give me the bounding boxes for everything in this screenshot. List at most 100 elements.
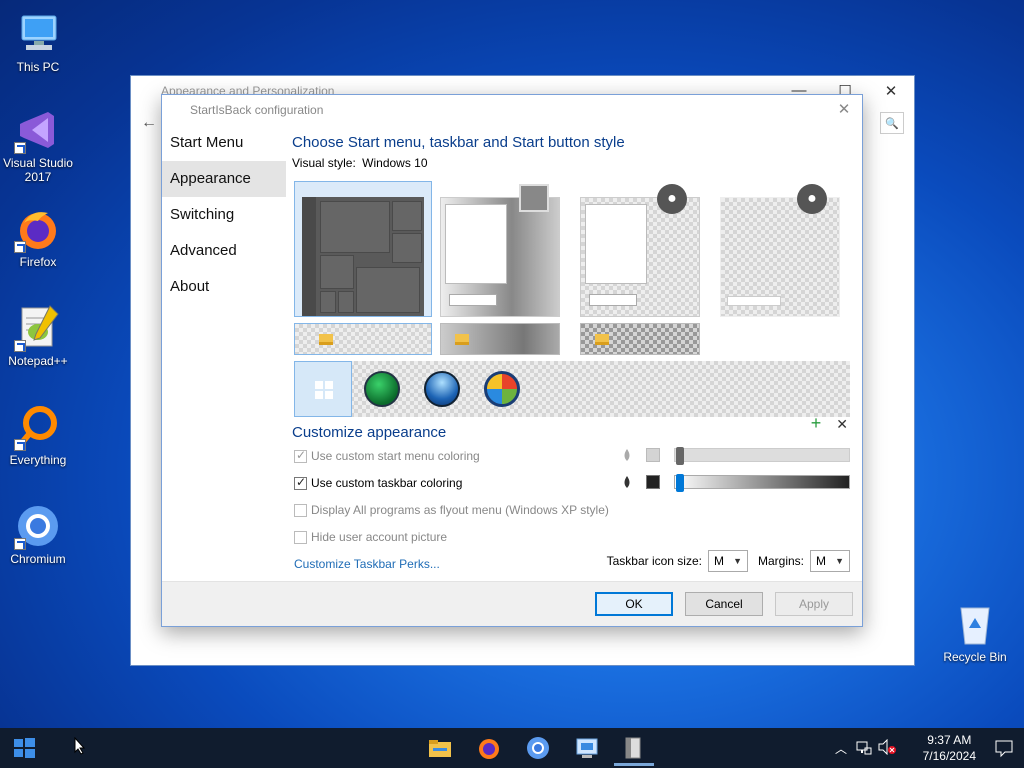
style-thumb-windows10[interactable] [294,181,432,317]
select-value: M [713,554,724,568]
desktop-icon-notepad-plus[interactable]: Notepad++ [0,304,76,368]
select-value: M [816,554,826,568]
checkbox[interactable] [294,503,307,517]
taskbar-style-1[interactable] [294,323,432,355]
clock-date: 7/16/2024 [922,749,976,763]
search-icon[interactable]: 🔍 [880,112,904,134]
desktop-icon-label: Firefox [19,255,57,269]
startisback-icon[interactable] [614,736,654,766]
nav-item-start-menu[interactable]: Start Menu [162,125,286,161]
desktop-icon-recycle-bin[interactable]: Recycle Bin [937,600,1013,664]
back-arrow-icon[interactable]: ← [141,114,157,132]
start-menu-color-slider[interactable] [674,447,850,465]
desktop-icon-firefox[interactable]: Firefox [0,205,76,269]
folder-icon [455,334,469,345]
chevron-down-icon: ▼ [835,556,844,566]
notepad-plus-plus-icon [14,304,62,352]
desktop-icon-label: This PC [16,60,60,74]
visual-studio-icon [14,106,62,154]
file-explorer-icon[interactable] [428,736,452,760]
taskbar-style-row [292,323,852,357]
slider-thumb[interactable] [676,474,684,492]
dialog-close-button[interactable]: ✕ [834,100,854,118]
network-icon[interactable] [856,739,872,758]
taskbar-color-slider[interactable] [674,474,850,492]
style-thumb-minimal[interactable]: ● [720,184,840,317]
mouse-cursor-icon [74,736,86,758]
start-button-styles [294,361,850,417]
start-menu-color-swatch[interactable] [646,448,660,462]
start-menu-color-row [622,447,850,465]
taskbar-color-row [622,474,850,492]
settings-nav: Start Menu Appearance Switching Advanced… [162,125,286,305]
option-label: Hide user account picture [311,530,448,544]
slider-thumb[interactable] [676,447,684,465]
visual-style-label: Visual style: [292,156,356,170]
option-flyout-all-programs[interactable]: Display All programs as flyout menu (Win… [294,503,609,517]
desktop-icon-visual-studio[interactable]: Visual Studio 2017 [0,106,76,184]
opacity-drop-icon [624,449,630,461]
style-thumb-plain[interactable]: ● [580,184,700,317]
notifications-icon[interactable] [994,738,1014,761]
option-label: Use custom start menu coloring [311,449,480,463]
add-icon[interactable]: + [811,413,822,433]
remove-icon[interactable]: ✕ [836,416,848,432]
margins-select[interactable]: M ▼ [810,550,850,572]
taskbar-color-swatch[interactable] [646,475,660,489]
chevron-up-icon[interactable]: ︿ [832,740,850,757]
system-tray: ︿ [832,728,896,768]
nav-item-about[interactable]: About [162,269,286,305]
apply-button[interactable]: Apply [775,592,853,616]
taskbar-icon-size-label: Taskbar icon size: [606,554,702,568]
recycle-bin-icon [951,600,999,648]
start-menu-preview [302,197,424,316]
orb-windows7[interactable] [424,371,460,407]
chromium-icon [14,502,62,550]
checkbox[interactable] [294,475,307,490]
clock-time: 9:37 AM [927,733,972,747]
orb-windows-vista[interactable] [484,371,520,407]
nav-item-advanced[interactable]: Advanced [162,233,286,269]
chromium-icon[interactable] [526,736,550,760]
folder-icon [595,334,609,345]
taskbar-style-3[interactable] [580,323,700,355]
taskbar: ︿ 9:37 AM 7/16/2024 [0,728,1024,768]
windows-logo-icon [14,738,35,758]
size-controls: Taskbar icon size: M ▼ Margins: M ▼ [607,550,850,572]
desktop-icon-label: Chromium [10,552,66,566]
option-hide-account-picture[interactable]: Hide user account picture [294,530,447,544]
desktop-icon-this-pc[interactable]: This PC [0,10,76,74]
ok-button[interactable]: OK [595,592,673,616]
taskbar-style-2[interactable] [440,323,560,355]
firefox-icon[interactable] [477,736,501,760]
orb-windows10[interactable] [294,361,352,417]
nav-item-appearance[interactable]: Appearance [162,161,286,197]
visual-style-value: Windows 10 [362,156,428,170]
color-actions: + ✕ [811,413,848,434]
desktop-icon-everything[interactable]: Everything [0,403,76,467]
dialog-title: StartIsBack configuration [190,103,324,117]
customize-heading: Customize appearance [292,424,447,441]
option-custom-taskbar-coloring[interactable]: Use custom taskbar coloring [294,475,462,490]
active-indicator [614,763,654,766]
control-panel-icon[interactable] [575,736,599,760]
nav-item-switching[interactable]: Switching [162,197,286,233]
checkbox[interactable] [294,530,307,544]
orb-clover[interactable] [364,371,400,407]
everything-search-icon [14,403,62,451]
start-button[interactable] [0,728,48,768]
customize-taskbar-perks-link[interactable]: Customize Taskbar Perks... [294,557,440,571]
checkbox[interactable] [294,448,307,463]
desktop-icon-chromium[interactable]: Chromium [0,502,76,566]
close-button[interactable]: ✕ [868,76,914,105]
desktop-icon-label: Everything [9,453,67,467]
margins-label: Margins: [757,554,804,568]
volume-muted-icon[interactable] [878,738,896,758]
clock[interactable]: 9:37 AM 7/16/2024 [923,732,976,764]
taskbar-icon-size-select[interactable]: M ▼ [707,550,748,572]
folder-icon [319,334,333,345]
style-thumb-windows7[interactable] [440,184,560,317]
cancel-button[interactable]: Cancel [685,592,763,616]
option-custom-start-menu-coloring[interactable]: Use custom start menu coloring [294,448,480,463]
desktop-icon-label: Notepad++ [8,354,68,368]
